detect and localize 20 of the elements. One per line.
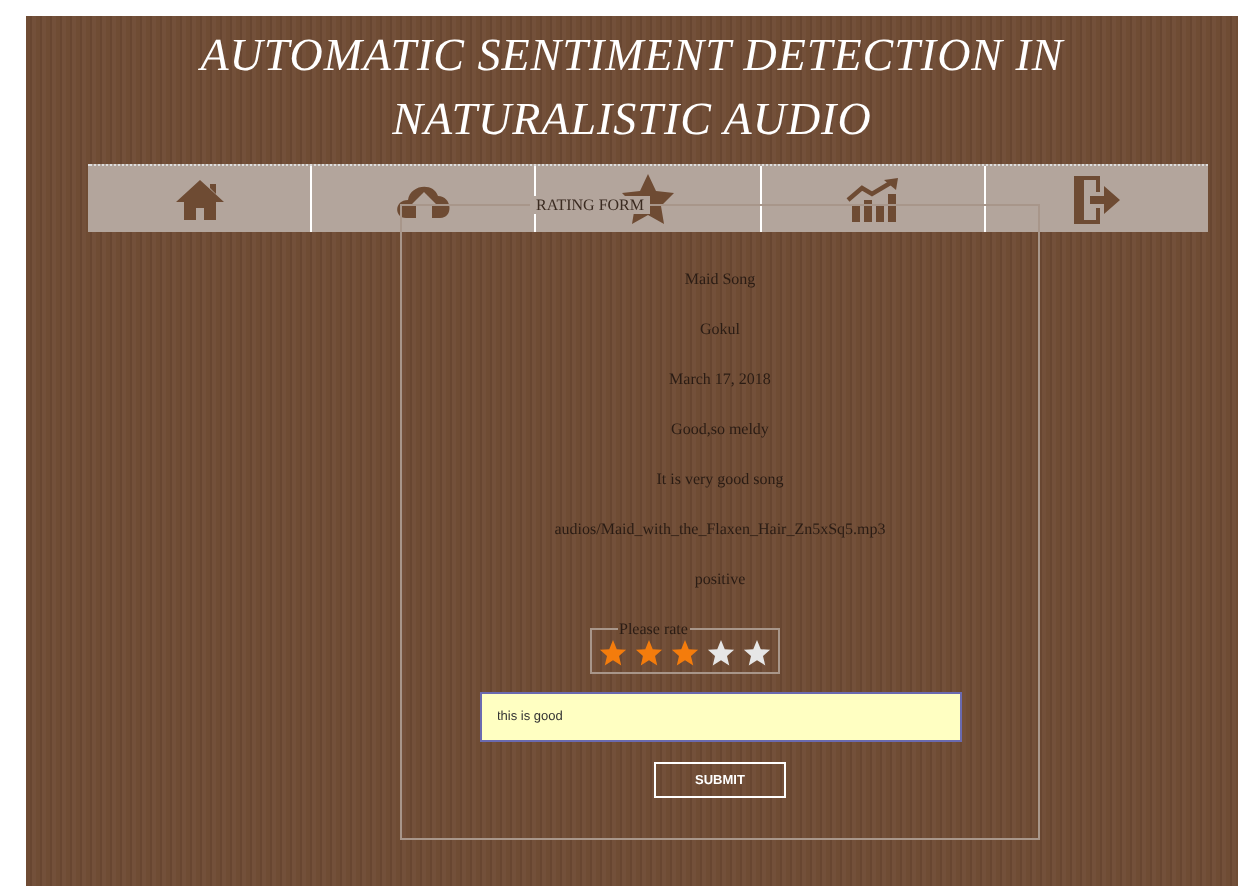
star-icon[interactable] [633, 638, 663, 668]
exit-door-icon[interactable] [1070, 173, 1123, 225]
detail-text: Maid Song [684, 268, 756, 292]
page-title-line: NATURALISTIC AUDIO [392, 92, 872, 148]
rating-legend: Please rate [617, 620, 690, 638]
star-icon[interactable] [669, 638, 699, 668]
detail-text: audios/Maid_with_the_Flaxen_Hair_Zn5xSq5.mp3 [554, 518, 886, 542]
detail-text: positive [694, 568, 746, 592]
star-icon[interactable] [597, 638, 627, 668]
form-legend: RATING FORM [530, 196, 651, 214]
home-icon[interactable] [173, 177, 226, 221]
detail-text: March 17, 2018 [669, 368, 771, 392]
star-rating[interactable] [597, 638, 771, 668]
detail-text: Gokul [700, 318, 740, 342]
page-title-line: AUTOMATIC SENTIMENT DETECTION IN [200, 28, 1064, 84]
growth-chart-icon[interactable] [844, 177, 901, 221]
star-icon[interactable] [741, 638, 771, 668]
detail-text: It is very good song [656, 468, 784, 492]
star-icon[interactable] [705, 638, 735, 668]
detail-text: Good,so meldy [671, 418, 769, 442]
